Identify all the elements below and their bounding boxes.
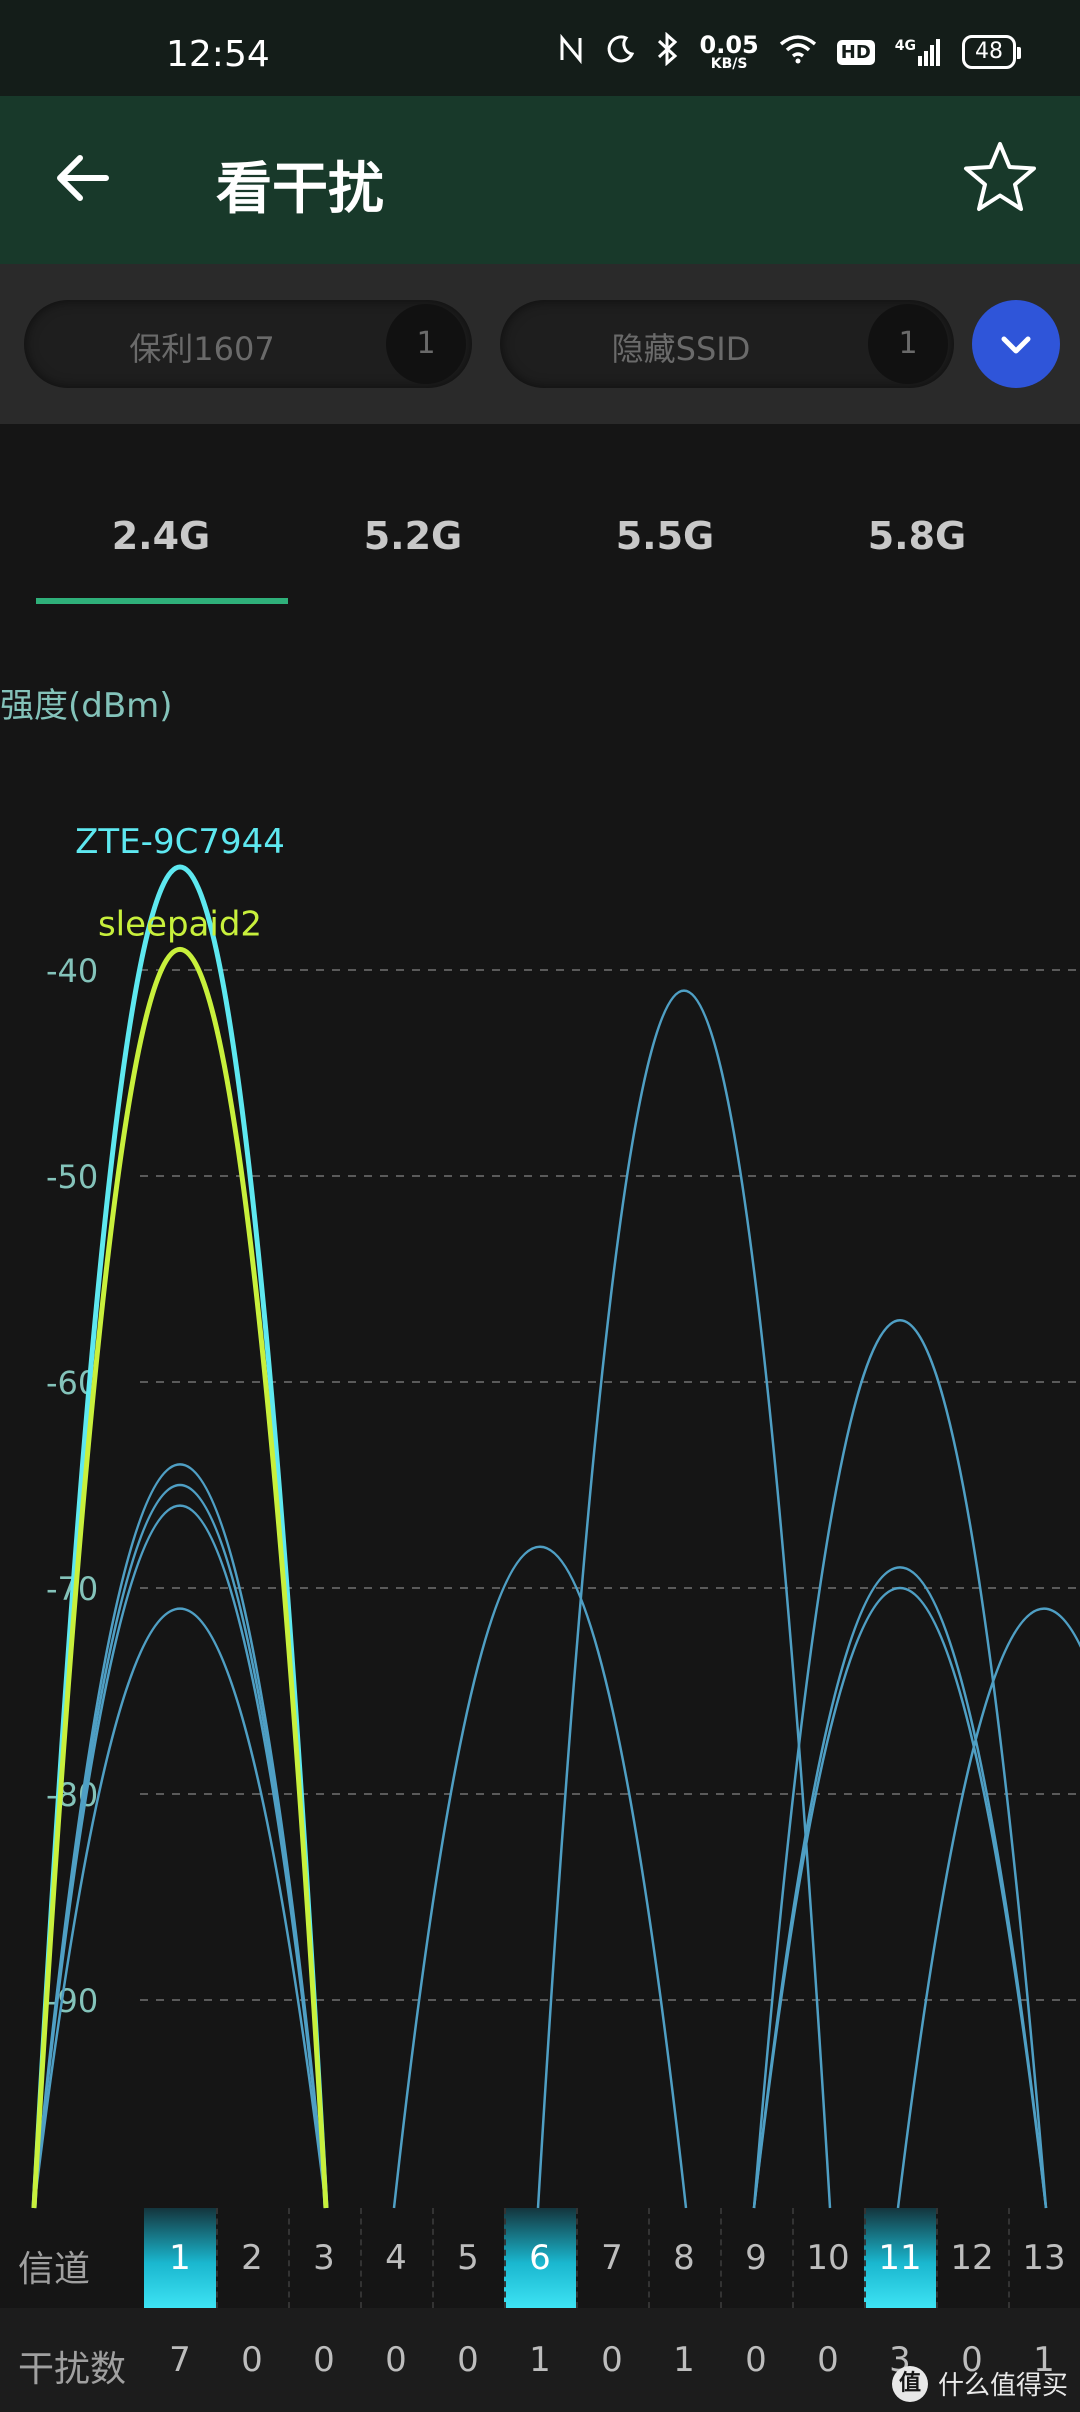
status-time: 12:54: [166, 34, 270, 75]
cellular-signal-icon: 4G: [895, 38, 942, 66]
network-curve: [752, 1586, 1048, 2209]
channel-cell: 8: [673, 2238, 695, 2278]
filter-chip-count: 1: [386, 304, 466, 384]
arrow-left-icon: [57, 155, 109, 201]
do-not-disturb-moon-icon: [606, 34, 636, 71]
channel-separator: [576, 2208, 578, 2308]
tab-5-2g[interactable]: 5.2G: [288, 514, 538, 558]
channel-separator: [864, 2208, 866, 2308]
y-tick-label: -40: [46, 952, 98, 990]
channel-row-label: 信道: [18, 2249, 91, 2290]
network-curve: [896, 1607, 1080, 2209]
channel-separator: [936, 2208, 938, 2308]
interference-count: 0: [313, 2340, 335, 2380]
network-curve: [32, 1504, 328, 2209]
network-curve: [32, 1607, 328, 2209]
signal-strength-chart: -40-50-60-70-80-90ZTE-9C7944sleepaid2: [31, 822, 1080, 2209]
channel-separator: [288, 2208, 290, 2308]
channel-cell: 13: [1022, 2238, 1066, 2278]
back-button[interactable]: [48, 142, 120, 214]
status-bar: 12:54 0.05 KB/S HD 4G 48: [0, 0, 1080, 96]
channel-separator: [792, 2208, 794, 2308]
channel-cell: 11: [864, 2208, 936, 2308]
battery-icon: 48: [962, 35, 1021, 69]
interference-count: 1: [529, 2340, 551, 2380]
filter-chip-count: 1: [868, 304, 948, 384]
network-curve: [752, 1318, 1048, 2209]
chevron-down-icon: [1001, 336, 1031, 354]
channel-separator: [504, 2208, 506, 2308]
watermark-text: 什么值得买: [937, 2371, 1068, 2401]
nfc-icon: [556, 33, 586, 71]
page-title: 看干扰: [216, 157, 384, 222]
tab-2-4g[interactable]: 2.4G: [36, 514, 286, 558]
filter-chip-label: 隐藏SSID: [611, 330, 751, 368]
filter-chip-ssid-2[interactable]: 隐藏SSID 1: [500, 300, 954, 388]
interference-count: 0: [385, 2340, 407, 2380]
interference-count: 0: [745, 2340, 767, 2380]
channel-row: 信道 1 2 3 4 5 6 7 8 9 10 11 12 13: [0, 2208, 1080, 2308]
series-label: sleepaid2: [98, 904, 262, 944]
watermark: 值 什么值得买: [891, 2365, 1068, 2402]
channel-separator: [360, 2208, 362, 2308]
channel-cell: 9: [745, 2238, 767, 2278]
channel-cell: 12: [950, 2238, 994, 2278]
channel-separator: [720, 2208, 722, 2308]
channel-cell: 6: [504, 2208, 576, 2308]
interference-count: 0: [817, 2340, 839, 2380]
interference-count: 0: [457, 2340, 479, 2380]
channel-cell: 1: [144, 2208, 216, 2308]
channel-separator: [432, 2208, 434, 2308]
channel-separator: [1008, 2208, 1010, 2308]
filter-chip-label: 保利1607: [129, 330, 275, 368]
favorite-button[interactable]: [960, 138, 1040, 218]
interference-count: 0: [241, 2340, 263, 2380]
interference-count: 0: [601, 2340, 623, 2380]
tab-indicator: [36, 598, 288, 604]
bluetooth-icon: [656, 31, 680, 73]
y-tick-label: -80: [46, 1776, 98, 1814]
channel-separator: [648, 2208, 650, 2308]
channel-separator: [216, 2208, 218, 2308]
channel-cell: 2: [241, 2238, 263, 2278]
watermark-logo: 值: [891, 2365, 928, 2402]
channel-cell: 5: [457, 2238, 479, 2278]
channel-cell: 10: [806, 2238, 850, 2278]
series-label: ZTE-9C7944: [75, 822, 285, 862]
channel-cell: 7: [601, 2238, 623, 2278]
expand-filters-button[interactable]: [972, 300, 1060, 388]
channel-cell: 3: [313, 2238, 335, 2278]
tab-5-8g[interactable]: 5.8G: [792, 514, 1042, 558]
tab-5-5g[interactable]: 5.5G: [540, 514, 790, 558]
network-curve: [536, 989, 832, 2209]
app-bar: 看干扰: [0, 96, 1080, 264]
hd-badge: HD: [836, 39, 875, 65]
interference-row-label: 干扰数: [18, 2349, 127, 2390]
network-speed: 0.05 KB/S: [699, 31, 759, 72]
interference-count: 7: [169, 2340, 191, 2380]
star-icon: [964, 142, 1036, 211]
filter-chip-ssid-1[interactable]: 保利1607 1: [24, 300, 472, 388]
band-tabs: 2.4G 5.2G 5.5G 5.8G: [0, 424, 1080, 624]
wifi-icon: [779, 34, 817, 71]
channel-cell: 4: [385, 2238, 407, 2278]
status-icons: 0.05 KB/S HD 4G 48: [556, 30, 1021, 74]
y-tick-label: -50: [46, 1158, 98, 1196]
network-curve: [392, 1545, 688, 2209]
interference-count: 1: [673, 2340, 695, 2380]
filter-bar: 保利1607 1 隐藏SSID 1: [0, 264, 1080, 424]
